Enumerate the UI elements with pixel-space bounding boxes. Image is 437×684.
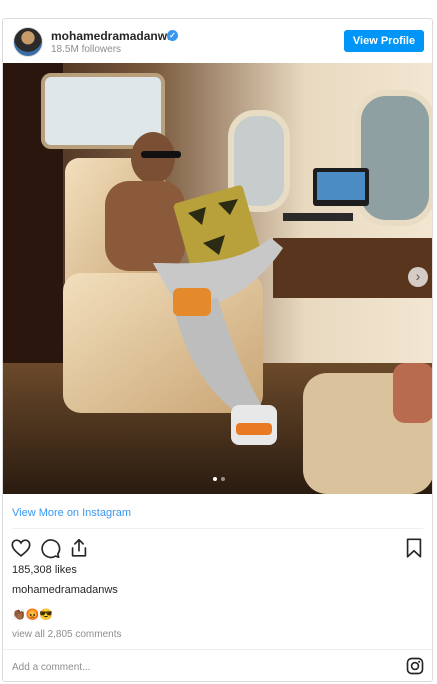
post-photo[interactable]: › bbox=[3, 63, 432, 494]
add-comment-input[interactable]: Add a comment... bbox=[12, 662, 90, 673]
username[interactable]: mohamedramadanws bbox=[51, 29, 174, 43]
next-photo-button[interactable]: › bbox=[408, 267, 428, 287]
comment-bar: Add a comment... bbox=[3, 649, 432, 681]
caption-emojis: 👏🏾😡😎 bbox=[12, 609, 54, 621]
instagram-embed-card: mohamedramadanws ✓ 18.5M followers View … bbox=[2, 18, 433, 682]
instagram-icon[interactable] bbox=[406, 657, 424, 675]
action-bar bbox=[3, 535, 432, 563]
like-count[interactable]: 185,308 likes bbox=[12, 564, 77, 576]
view-profile-button[interactable]: View Profile bbox=[344, 30, 424, 52]
view-more-link[interactable]: View More on Instagram bbox=[12, 507, 131, 519]
verified-badge-icon: ✓ bbox=[167, 30, 178, 41]
carousel-dot bbox=[220, 477, 225, 481]
chevron-right-icon: › bbox=[415, 268, 421, 284]
heart-icon[interactable] bbox=[10, 537, 32, 559]
caption-username[interactable]: mohamedramadanws bbox=[12, 584, 118, 596]
post-header: mohamedramadanws ✓ 18.5M followers View … bbox=[3, 19, 432, 63]
follower-count: 18.5M followers bbox=[51, 44, 122, 55]
carousel-dot bbox=[212, 477, 217, 481]
view-all-comments-link[interactable]: view all 2,805 comments bbox=[12, 629, 122, 640]
avatar[interactable] bbox=[13, 27, 43, 57]
bookmark-icon[interactable] bbox=[403, 537, 425, 559]
carousel-indicator bbox=[3, 477, 432, 481]
divider bbox=[12, 528, 423, 529]
post-image bbox=[3, 63, 432, 494]
share-icon[interactable] bbox=[68, 537, 90, 559]
comment-icon[interactable] bbox=[39, 537, 61, 559]
